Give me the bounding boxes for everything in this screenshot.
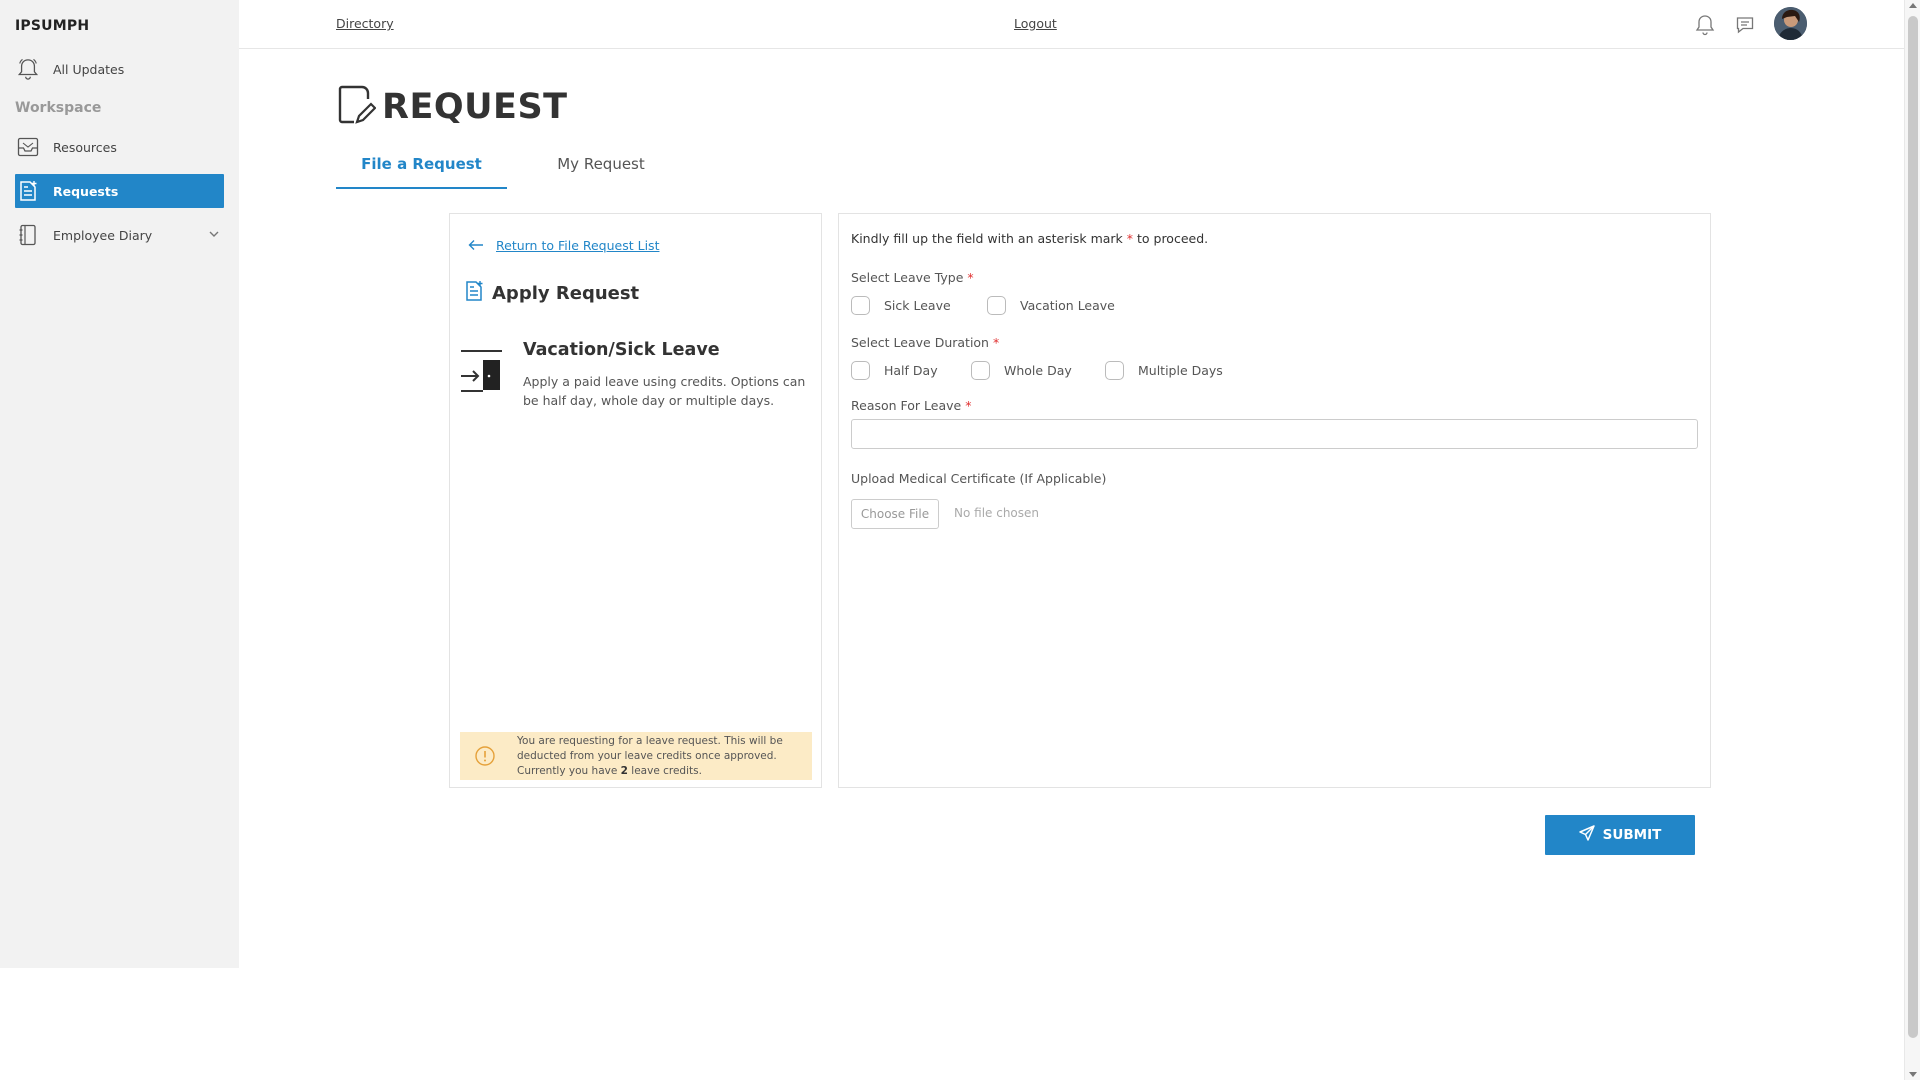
request-edit-icon xyxy=(336,84,377,130)
page-scrollbar[interactable] xyxy=(1904,0,1920,1080)
chevron-down-icon[interactable] xyxy=(208,228,220,243)
document-add-icon xyxy=(17,180,39,202)
page-header: REQUEST xyxy=(336,84,568,130)
submit-button[interactable]: SUBMIT xyxy=(1545,815,1695,855)
vacation-leave-checkbox[interactable] xyxy=(987,296,1006,315)
sick-leave-checkbox[interactable] xyxy=(851,296,870,315)
bell-icon xyxy=(17,58,39,80)
half-day-option[interactable]: Half Day xyxy=(851,361,938,380)
multiple-days-option[interactable]: Multiple Days xyxy=(1105,361,1223,380)
avatar[interactable] xyxy=(1774,7,1807,40)
sidebar-item-label: Employee Diary xyxy=(53,227,153,243)
multiple-days-checkbox[interactable] xyxy=(1105,361,1124,380)
tab-file-a-request[interactable]: File a Request xyxy=(336,155,507,189)
scroll-up-icon[interactable] xyxy=(1909,3,1917,8)
sidebar-item-requests[interactable]: Requests xyxy=(15,174,224,208)
notification-bell-icon[interactable] xyxy=(1694,14,1716,36)
request-summary-panel: Return to File Request List Apply Reques… xyxy=(449,213,822,788)
whole-day-option[interactable]: Whole Day xyxy=(971,361,1072,380)
arrow-left-icon[interactable] xyxy=(468,236,484,255)
logout-link[interactable]: Logout xyxy=(1014,16,1057,31)
document-add-icon xyxy=(464,280,484,306)
message-icon[interactable] xyxy=(1734,14,1756,36)
send-icon xyxy=(1578,825,1595,845)
workspace-heading: Workspace xyxy=(15,100,102,116)
whole-day-checkbox[interactable] xyxy=(971,361,990,380)
leave-type-title: Vacation/Sick Leave xyxy=(523,340,720,360)
scroll-down-icon[interactable] xyxy=(1909,1072,1917,1077)
leave-type-description: Apply a paid leave using credits. Option… xyxy=(523,374,806,408)
form-instruction: Kindly fill up the field with an asteris… xyxy=(851,231,1209,246)
inbox-icon xyxy=(17,136,39,158)
notice-text: You are requesting for a leave request. … xyxy=(517,734,783,777)
sick-leave-option[interactable]: Sick Leave xyxy=(851,296,951,315)
tab-my-request[interactable]: My Request xyxy=(522,155,680,189)
scrollbar-thumb[interactable] xyxy=(1908,16,1918,1038)
leave-type-label: Select Leave Type * xyxy=(851,270,974,285)
sidebar-item-resources[interactable]: Resources xyxy=(15,130,224,164)
sidebar-item-label: Resources xyxy=(53,139,117,155)
info-icon xyxy=(475,746,495,766)
half-day-checkbox[interactable] xyxy=(851,361,870,380)
leave-duration-label: Select Leave Duration * xyxy=(851,335,1000,350)
top-bar xyxy=(239,0,1904,49)
sidebar: IPSUMPH All Updates Workspace Resources … xyxy=(0,0,239,968)
page-title: REQUEST xyxy=(382,87,568,127)
directory-link[interactable]: Directory xyxy=(336,16,394,31)
return-to-list-link[interactable]: Return to File Request List xyxy=(496,238,659,253)
notebook-icon xyxy=(17,224,39,246)
apply-request-title: Apply Request xyxy=(492,282,640,304)
sidebar-item-label: Requests xyxy=(53,183,119,199)
leave-credits-count: 2 xyxy=(620,764,628,777)
sidebar-item-label: All Updates xyxy=(53,61,125,77)
back-row: Return to File Request List xyxy=(468,236,659,255)
upload-label: Upload Medical Certificate (If Applicabl… xyxy=(851,471,1107,486)
leave-credit-notice: You are requesting for a leave request. … xyxy=(460,732,812,780)
vacation-leave-option[interactable]: Vacation Leave xyxy=(987,296,1115,315)
submit-label: SUBMIT xyxy=(1602,827,1662,843)
reason-label: Reason For Leave * xyxy=(851,398,972,413)
choose-file-button[interactable]: Choose File xyxy=(851,499,939,529)
leave-request-form: Kindly fill up the field with an asteris… xyxy=(838,213,1711,788)
sidebar-item-employee-diary[interactable]: Employee Diary xyxy=(15,218,224,252)
reason-input[interactable] xyxy=(851,419,1698,449)
file-status: No file chosen xyxy=(954,506,1040,520)
leave-door-icon xyxy=(460,350,504,398)
brand-logo[interactable]: IPSUMPH xyxy=(15,18,89,34)
apply-request-heading: Apply Request xyxy=(464,280,639,306)
sidebar-item-all-updates[interactable]: All Updates xyxy=(15,52,224,86)
